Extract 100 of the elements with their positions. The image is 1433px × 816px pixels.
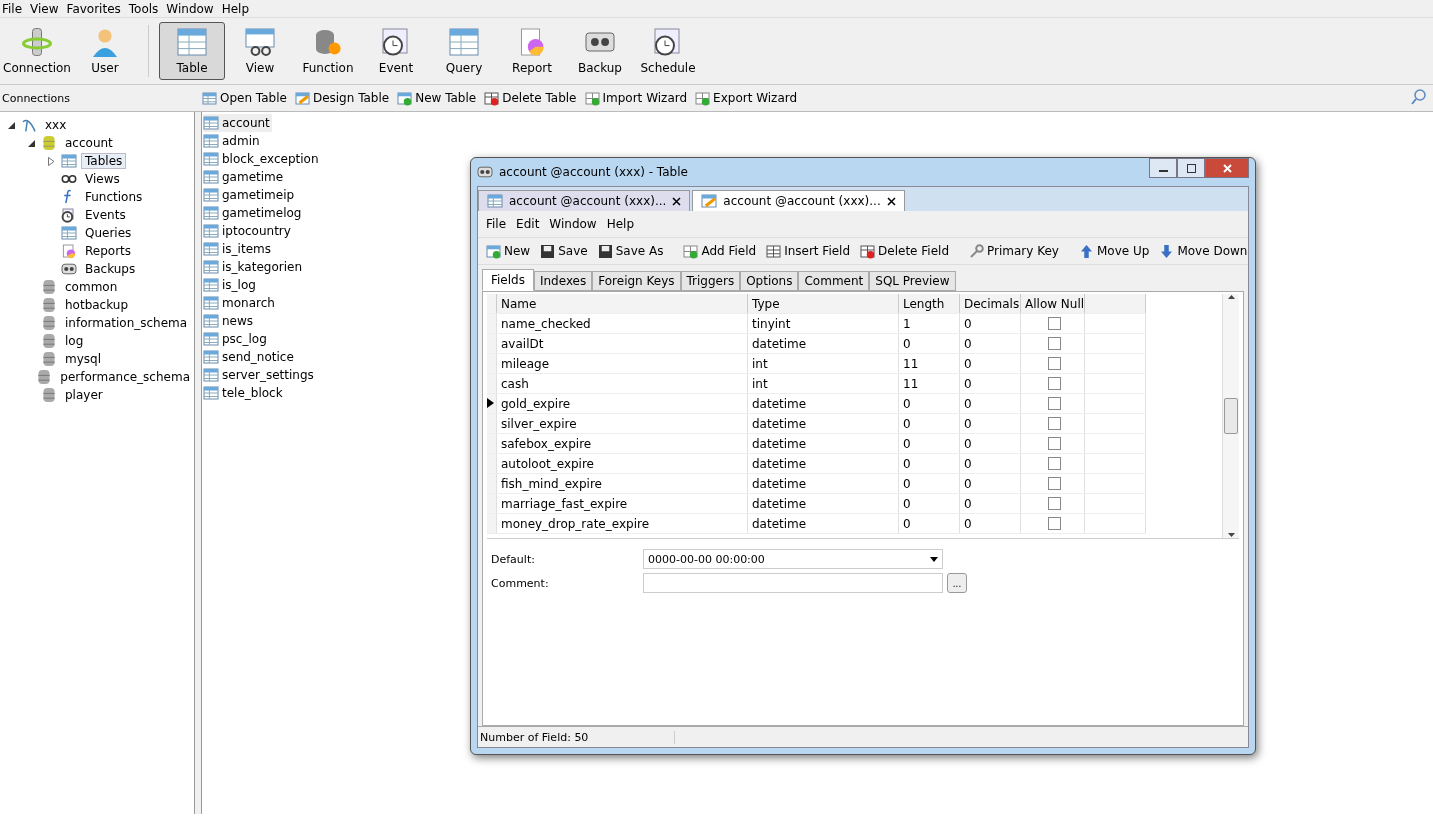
checkbox[interactable] <box>1048 497 1062 510</box>
toolbar-button[interactable]: Primary Key <box>965 243 1063 259</box>
scroll-up-icon[interactable] <box>1227 294 1235 300</box>
tree-item[interactable]: Tables <box>81 153 127 169</box>
toolbar-button[interactable]: New Table <box>397 90 477 106</box>
checkbox[interactable] <box>1048 417 1062 430</box>
menu-item[interactable]: Tools <box>126 1 165 16</box>
tab[interactable]: Options <box>740 271 799 291</box>
tree-item[interactable]: player <box>61 387 107 403</box>
table-list-item[interactable]: news <box>203 312 256 330</box>
toolbar-button[interactable]: Delete Field <box>856 243 954 259</box>
default-dropdown[interactable]: 0000-00-00 00:00:00 <box>643 549 943 569</box>
checkbox[interactable] <box>1048 437 1062 450</box>
table-list-item[interactable]: psc_log <box>203 330 269 348</box>
collapse-icon[interactable] <box>28 139 37 147</box>
expand-icon[interactable] <box>48 156 57 166</box>
table-list-item[interactable]: server_settings <box>203 366 316 384</box>
toolbar-button[interactable]: Connection <box>4 22 70 80</box>
table-list-item[interactable]: gametimelog <box>203 204 304 222</box>
maximize-button[interactable] <box>1177 158 1205 178</box>
scrollbar[interactable] <box>1222 294 1239 538</box>
toolbar-button[interactable]: Table <box>159 22 225 80</box>
splitter[interactable] <box>195 112 202 814</box>
menu-item[interactable]: Favorites <box>64 1 127 16</box>
toolbar-button[interactable]: Function <box>295 22 361 80</box>
menu-item[interactable]: Help <box>602 217 639 231</box>
table-list-item[interactable]: is_kategorien <box>203 258 304 276</box>
toolbar-button[interactable]: Move Down <box>1155 243 1252 259</box>
toolbar-button[interactable]: Export Wizard <box>695 90 798 106</box>
toolbar-button[interactable]: Add Field <box>679 243 761 259</box>
menu-item[interactable]: Window <box>164 1 220 16</box>
row-header[interactable] <box>487 393 497 414</box>
checkbox[interactable] <box>1048 337 1062 350</box>
tree-item[interactable]: Views <box>81 171 124 187</box>
toolbar-button[interactable]: Open Table <box>202 90 287 106</box>
tab[interactable]: Indexes <box>533 271 593 291</box>
tab[interactable]: Fields <box>482 269 534 291</box>
checkbox[interactable] <box>1048 517 1062 530</box>
menu-item[interactable]: File <box>482 217 511 231</box>
toolbar-button[interactable]: Move Up <box>1075 243 1154 259</box>
document-tab[interactable]: account @account (xxx)... <box>692 190 905 211</box>
table-list-item[interactable]: send_notice <box>203 348 296 366</box>
menu-item[interactable]: View <box>28 1 65 16</box>
checkbox[interactable] <box>1048 357 1062 370</box>
browse-button[interactable]: ... <box>947 573 967 593</box>
column-header[interactable]: Length <box>898 294 960 314</box>
toolbar-button[interactable]: Report <box>499 22 565 80</box>
menu-item[interactable]: Help <box>219 1 256 16</box>
toolbar-button[interactable]: Delete Table <box>484 90 577 106</box>
close-icon[interactable] <box>672 196 682 206</box>
document-tab[interactable]: account @account (xxx)... <box>478 190 691 211</box>
toolbar-button[interactable]: View <box>227 22 293 80</box>
close-icon[interactable] <box>886 196 896 206</box>
table-list-item[interactable]: is_items <box>203 240 273 258</box>
tree-item[interactable]: account <box>61 135 117 151</box>
tree-item[interactable]: Reports <box>81 243 136 259</box>
collapse-icon[interactable] <box>8 121 17 129</box>
close-button[interactable] <box>1205 158 1249 178</box>
tree-item[interactable]: performance_schema <box>56 369 194 385</box>
table-list-item[interactable]: tele_block <box>203 384 285 402</box>
table-list-item[interactable]: gametime <box>203 168 286 186</box>
scroll-down-icon[interactable] <box>1227 532 1235 538</box>
tree-item[interactable]: Events <box>81 207 130 223</box>
tab[interactable]: Comment <box>798 271 870 291</box>
menu-item[interactable]: Edit <box>512 217 544 231</box>
column-header[interactable]: Name <box>496 294 748 314</box>
toolbar-button[interactable]: Schedule <box>635 22 701 80</box>
tab[interactable]: SQL Preview <box>869 271 956 291</box>
toolbar-button[interactable]: User <box>72 22 138 80</box>
toolbar-button[interactable]: Import Wizard <box>584 90 688 106</box>
table-list-item[interactable]: iptocountry <box>203 222 293 240</box>
checkbox[interactable] <box>1048 377 1062 390</box>
table-list-item[interactable]: admin <box>203 132 262 150</box>
column-header[interactable]: Type <box>747 294 899 314</box>
table-list-item[interactable]: gametimeip <box>203 186 297 204</box>
table-list-item[interactable]: monarch <box>203 294 277 312</box>
column-header[interactable]: Decimals <box>959 294 1021 314</box>
checkbox[interactable] <box>1048 317 1062 330</box>
toolbar-button[interactable]: Save <box>536 243 592 259</box>
checkbox[interactable] <box>1048 457 1062 470</box>
table-list-item[interactable]: account <box>203 114 272 132</box>
tree-item[interactable]: Queries <box>81 225 136 241</box>
toolbar-button[interactable]: Save As <box>593 243 668 259</box>
tab[interactable]: Triggers <box>680 271 741 291</box>
toolbar-button[interactable]: Design Table <box>294 90 390 106</box>
column-header[interactable]: Allow Null <box>1020 294 1085 314</box>
table-list-item[interactable]: is_log <box>203 276 258 294</box>
tree-item[interactable]: xxx <box>41 117 71 133</box>
tree-item[interactable]: mysql <box>61 351 105 367</box>
toolbar-button[interactable]: Backup <box>567 22 633 80</box>
toolbar-button[interactable]: Event <box>363 22 429 80</box>
toolbar-button[interactable]: Insert Field <box>762 243 855 259</box>
search-icon[interactable] <box>1411 88 1427 105</box>
menu-item[interactable]: Window <box>545 217 601 231</box>
checkbox[interactable] <box>1048 477 1062 490</box>
tree-item[interactable]: Backups <box>81 261 140 277</box>
tab[interactable]: Foreign Keys <box>592 271 681 291</box>
menu-item[interactable]: File <box>0 1 29 16</box>
scroll-thumb[interactable] <box>1224 398 1238 434</box>
tree-item[interactable]: log <box>61 333 88 349</box>
